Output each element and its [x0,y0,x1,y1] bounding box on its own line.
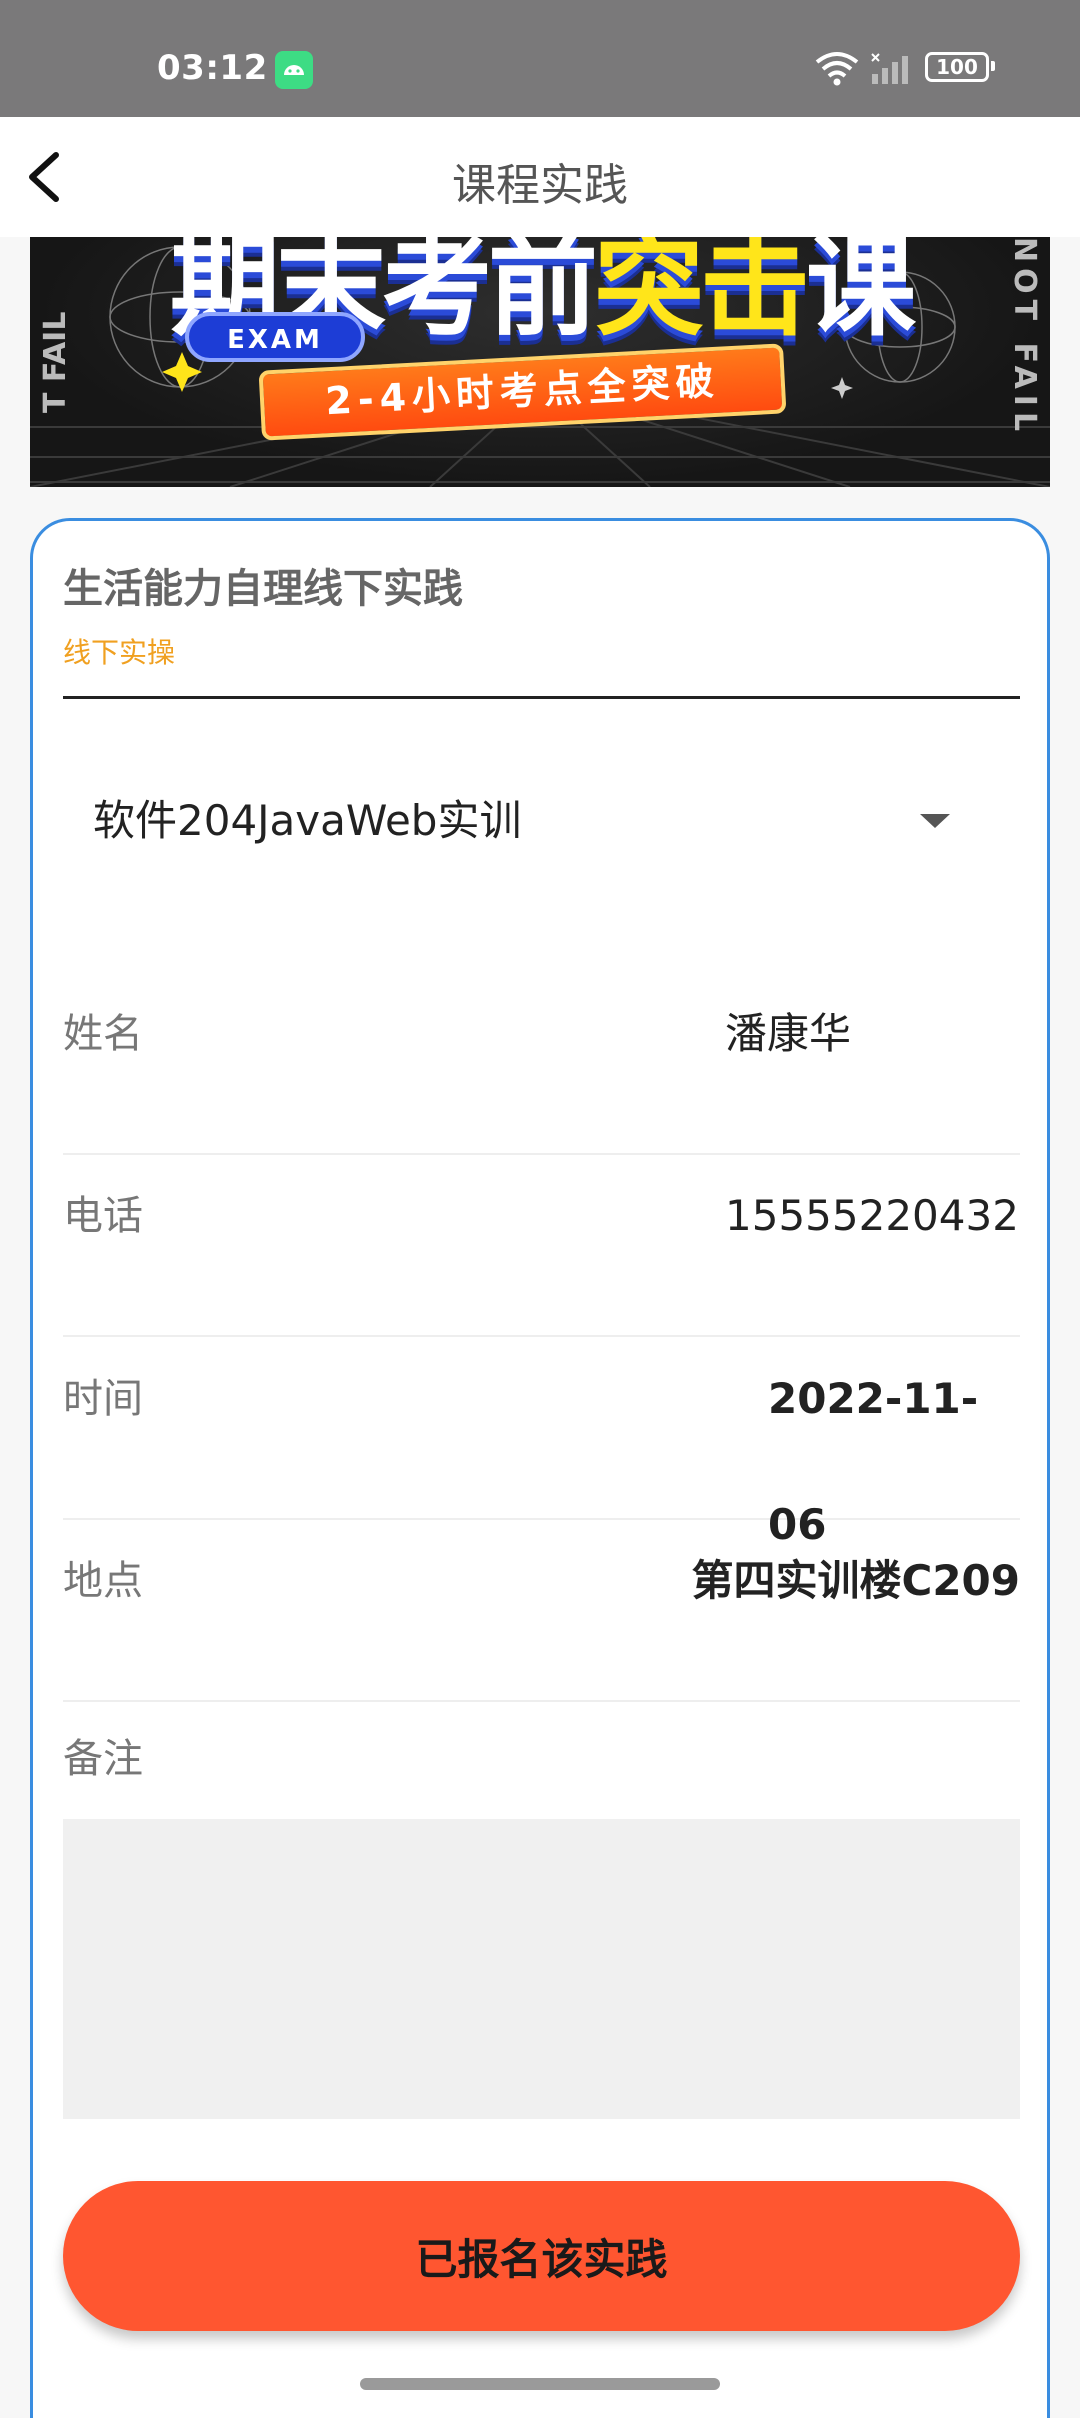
status-bar: 03:12 100 [0,0,1080,117]
banner-side-text-right: NOT FAIL [1007,237,1042,438]
app-header: 课程实践 [0,117,1080,237]
page-title: 课程实践 [452,160,628,211]
phone-label: 电话 [63,1193,143,1239]
place-value: 第四实训楼C209 [691,1556,1021,1605]
name-row: 姓名 潘康华 [63,971,1020,1155]
remark-label: 备注 [63,1736,143,1782]
course-title: 生活能力自理线下实践 [63,566,463,612]
course-tag: 线下实操 [63,636,176,669]
remark-input[interactable] [63,1819,1020,2119]
battery-icon: 100 [925,52,995,82]
time-label: 时间 [63,1376,143,1422]
banner-side-text-left: T FAIL [38,311,73,413]
phone-value: 15555220432 [725,1191,1019,1240]
place-row: 地点 第四实训楼C209 [63,1518,1020,1702]
banner-headline-part3: 课 [806,237,916,351]
place-label: 地点 [63,1558,143,1604]
phone-row: 电话 15555220432 [63,1153,1020,1337]
home-indicator[interactable] [360,2378,720,2390]
promo-banner[interactable]: T FAIL NOT FAIL 期末考前突击课 EXAM 2-4小时考点全突破 [30,237,1050,487]
class-select-value: 软件204JavaWeb实训 [93,796,522,845]
time-row: 时间 2022-11-06 [63,1336,1020,1549]
caret-down-icon [920,814,950,828]
wifi-icon [815,52,859,86]
name-label: 姓名 [63,1011,143,1057]
practice-card: 生活能力自理线下实践 线下实操 软件204JavaWeb实训 姓名 潘康华 电话… [30,518,1050,2418]
exam-badge: EXAM [185,312,365,362]
class-select-dropdown[interactable]: 软件204JavaWeb实训 [63,771,1020,871]
name-value: 潘康华 [725,1009,852,1058]
android-notification-icon [275,51,313,89]
signal-icon [871,53,908,84]
divider [63,696,1020,699]
battery-level: 100 [936,55,978,79]
status-time: 03:12 [157,48,268,88]
banner-headline-highlight: 突击 [594,237,810,351]
enrolled-button[interactable]: 已报名该实践 [63,2181,1020,2331]
